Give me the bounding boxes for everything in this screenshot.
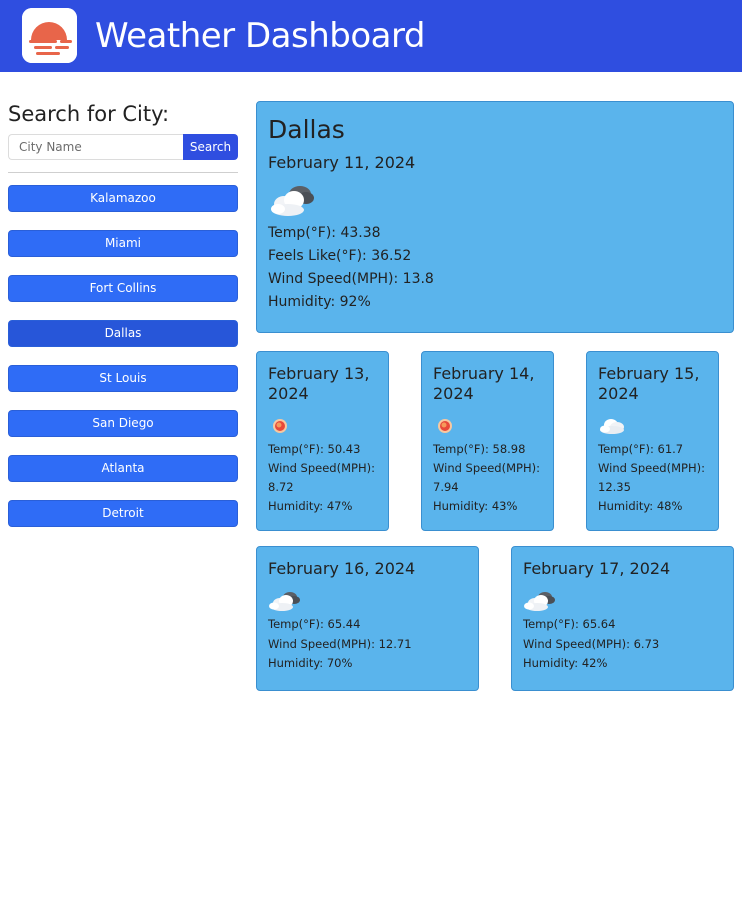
page-title: Weather Dashboard bbox=[95, 16, 425, 56]
history-city-button[interactable]: Detroit bbox=[8, 500, 238, 527]
forecast-wind: Wind Speed(MPH): 12.35 bbox=[598, 461, 705, 494]
search-history-list: Kalamazoo Miami Fort Collins Dallas St L… bbox=[8, 185, 238, 545]
forecast-temp: Temp(°F): 58.98 bbox=[433, 442, 526, 456]
city-search-input[interactable] bbox=[8, 134, 184, 160]
current-humidity: Humidity: 92% bbox=[268, 294, 371, 310]
forecast-card: February 16, 2024 Temp(°F): 65.44 Wind S… bbox=[256, 546, 479, 691]
forecast-card: February 17, 2024 Temp(°F): 65.64 Wind S… bbox=[511, 546, 734, 691]
forecast-card: February 14, 2024 Temp(°F): 58.98 Wind S… bbox=[421, 351, 554, 531]
forecast-temp: Temp(°F): 65.44 bbox=[268, 617, 361, 631]
forecast-wind: Wind Speed(MPH): 6.73 bbox=[523, 636, 660, 651]
history-city-button[interactable]: St Louis bbox=[8, 365, 238, 392]
current-weather-card: Dallas February 11, 2024 Temp(°F): 43.38… bbox=[256, 101, 734, 333]
search-button[interactable]: Search bbox=[183, 134, 238, 160]
forecast-date: February 13, 2024 bbox=[268, 364, 370, 403]
history-city-button[interactable]: Miami bbox=[8, 230, 238, 257]
forecast-date: February 16, 2024 bbox=[268, 559, 416, 578]
history-city-button[interactable]: Atlanta bbox=[8, 455, 238, 482]
forecast-card: February 13, 2024 Temp(°F): 50.43 Wind S… bbox=[256, 351, 389, 531]
history-city-button[interactable]: Fort Collins bbox=[8, 275, 238, 302]
forecast-humidity: Humidity: 43% bbox=[433, 499, 518, 513]
forecast-wind: Wind Speed(MPH): 12.71 bbox=[268, 636, 412, 651]
current-wind: Wind Speed(MPH): 13.8 bbox=[268, 271, 434, 287]
current-feels-like: Feels Like(°F): 36.52 bbox=[268, 248, 412, 264]
forecast-wind: Wind Speed(MPH): 7.94 bbox=[433, 461, 540, 494]
current-temp: Temp(°F): 43.38 bbox=[268, 225, 381, 241]
history-city-button[interactable]: Dallas bbox=[8, 320, 238, 347]
divider bbox=[8, 172, 238, 173]
partly-cloudy-icon bbox=[523, 587, 722, 613]
forecast-humidity: Humidity: 47% bbox=[268, 499, 353, 513]
sunset-icon bbox=[22, 8, 77, 63]
search-heading: Search for City: bbox=[8, 102, 170, 126]
partly-cloudy-icon bbox=[268, 182, 722, 222]
current-date: February 11, 2024 bbox=[268, 153, 416, 172]
forecast-date: February 14, 2024 bbox=[433, 364, 535, 403]
forecast-humidity: Humidity: 48% bbox=[598, 499, 683, 513]
forecast-card: February 15, 2024 Temp(°F): 61.7 Wind Sp… bbox=[586, 351, 719, 531]
forecast-humidity: Humidity: 42% bbox=[523, 656, 608, 670]
forecast-date: February 17, 2024 bbox=[523, 559, 671, 578]
forecast-humidity: Humidity: 70% bbox=[268, 656, 353, 670]
forecast-temp: Temp(°F): 50.43 bbox=[268, 442, 361, 456]
app-header: Weather Dashboard bbox=[0, 0, 742, 72]
sun-icon bbox=[268, 412, 377, 438]
sun-icon bbox=[433, 412, 542, 438]
cloud-icon bbox=[598, 412, 707, 438]
current-city-name: Dallas bbox=[268, 115, 345, 144]
forecast-wind: Wind Speed(MPH): 8.72 bbox=[268, 461, 375, 494]
partly-cloudy-icon bbox=[268, 587, 467, 613]
forecast-date: February 15, 2024 bbox=[598, 364, 700, 403]
history-city-button[interactable]: San Diego bbox=[8, 410, 238, 437]
forecast-temp: Temp(°F): 65.64 bbox=[523, 617, 616, 631]
forecast-temp: Temp(°F): 61.7 bbox=[598, 442, 684, 456]
history-city-button[interactable]: Kalamazoo bbox=[8, 185, 238, 212]
